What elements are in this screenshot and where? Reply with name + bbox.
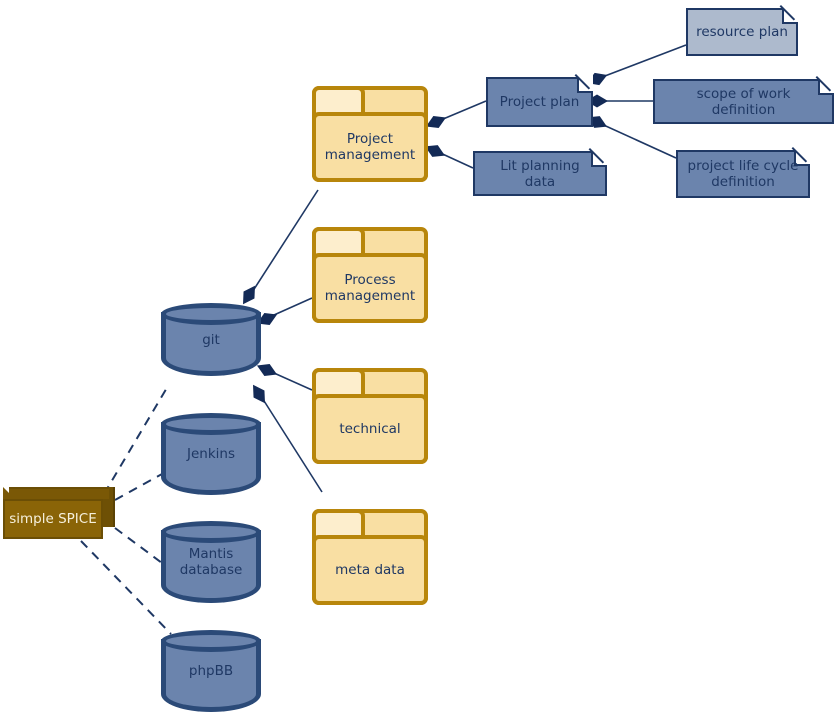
package-node-meta-data[interactable]: meta data (312, 509, 428, 605)
package-label: Project management (324, 131, 416, 163)
package-label: Process management (324, 272, 416, 304)
database-node-jenkins[interactable]: Jenkins (161, 413, 261, 495)
artifact-label: resource plan (696, 24, 788, 40)
database-node-phpbb[interactable]: phpBB (161, 630, 261, 712)
artifact-label: Lit planning data (500, 157, 580, 190)
package-body: technical (312, 394, 428, 464)
database-node-git[interactable]: git (161, 303, 261, 376)
node-3d-top-corner (3, 487, 15, 499)
edge-spice-to-git (103, 385, 169, 495)
node-3d-top-face (9, 487, 109, 499)
dog-ear-icon (577, 75, 593, 93)
database-node-mantis-database[interactable]: Mantis database (161, 521, 261, 603)
artifact-label: Project plan (499, 94, 580, 110)
dog-ear-icon (782, 6, 798, 24)
edge-git-to-project-mgmt (248, 189, 319, 298)
node-3d-simple-spice[interactable]: simple SPICE (3, 487, 115, 539)
artifact-node-scope-of-work-definition[interactable]: scope of work definition (653, 77, 834, 124)
composition-diamond-dia-git-metadata (253, 384, 265, 404)
database-label: git (202, 331, 220, 348)
package-tab-icon (312, 86, 375, 116)
database-label: Mantis database (179, 546, 243, 578)
edge-pm-to-lit-planning (435, 150, 474, 169)
edge-pp-to-project-life-cycle (596, 121, 677, 159)
uml-diagram-canvas: Project management Process management te… (0, 0, 837, 721)
edge-pm-to-project-plan (435, 100, 487, 123)
node-3d-front-face: simple SPICE (3, 499, 103, 539)
database-label: phpBB (188, 663, 234, 679)
package-body: Process management (312, 253, 428, 323)
artifact-node-project-life-cycle-definition[interactable]: project life cycle definition (676, 148, 810, 198)
package-body: Project management (312, 112, 428, 182)
edge-spice-to-jenkins (114, 473, 163, 501)
artifact-node-project-plan[interactable]: Project plan (486, 75, 593, 127)
edge-git-to-technical (264, 368, 313, 391)
package-node-project-management[interactable]: Project management (312, 86, 428, 182)
package-tab-icon (312, 227, 375, 257)
node-3d-label: simple SPICE (9, 511, 97, 527)
package-body: meta data (312, 535, 428, 605)
artifact-label: project life cycle definition (687, 158, 799, 190)
package-node-technical[interactable]: technical (312, 368, 428, 464)
artifact-node-lit-planning-data[interactable]: Lit planning data (473, 149, 607, 196)
package-node-process-management[interactable]: Process management (312, 227, 428, 323)
edge-spice-to-mantis (114, 527, 163, 564)
package-tab-icon (312, 509, 375, 539)
edge-git-to-process-mgmt (264, 297, 313, 320)
package-label: meta data (335, 562, 405, 578)
database-label: Jenkins (186, 446, 235, 462)
package-tab-icon (312, 368, 375, 398)
edge-pp-to-resource-plan (596, 44, 687, 80)
edge-spice-to-phpbb (80, 540, 172, 635)
artifact-label: scope of work definition (696, 85, 791, 118)
artifact-node-resource-plan[interactable]: resource plan (686, 6, 798, 56)
package-label: technical (339, 421, 401, 437)
